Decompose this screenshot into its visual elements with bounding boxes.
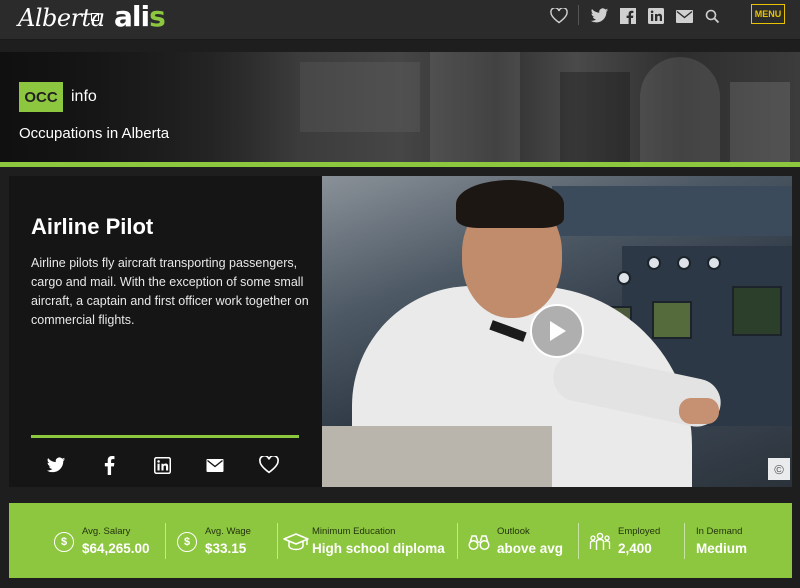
banner-photo-detail [730, 82, 790, 162]
cockpit-gauge [707, 256, 721, 270]
banner-photo-detail [560, 72, 630, 162]
graduation-cap-icon [283, 531, 309, 553]
stat-divider [277, 523, 278, 559]
salary-dollar-icon: $ [53, 531, 75, 553]
pilot-seat [322, 426, 552, 487]
photo-copyright-button[interactable]: © [768, 458, 790, 480]
stat-value-in-demand: Medium [696, 541, 748, 556]
banner-photo-detail [300, 62, 420, 132]
stat-label-avg-wage: Avg. Wage [205, 526, 251, 537]
stat-divider [684, 523, 685, 559]
twitter-icon[interactable] [588, 5, 610, 27]
header-divider [578, 5, 579, 25]
banner-photo-detail [430, 52, 520, 162]
stat-value-avg-salary: $64,265.00 [82, 541, 150, 556]
stat-label-employed: Employed [618, 526, 661, 537]
cockpit-gauge [647, 256, 661, 270]
stat-value-avg-wage: $33.15 [205, 541, 247, 556]
stat-value-employed: 2,400 [618, 541, 652, 556]
stat-divider [578, 523, 579, 559]
stat-label-minimum-education: Minimum Education [312, 526, 396, 537]
share-mail-icon[interactable] [204, 455, 226, 475]
stat-label-avg-salary: Avg. Salary [82, 526, 131, 537]
facebook-icon[interactable] [617, 5, 639, 27]
occupation-description: Airline pilots fly aircraft transporting… [31, 256, 309, 327]
occ-info-label: info [71, 88, 97, 105]
linkedin-icon[interactable] [645, 5, 667, 27]
top-navigation-bar: Alberta alis MENU [0, 0, 800, 40]
stat-value-outlook: above avg [497, 541, 564, 556]
binoculars-icon [468, 531, 490, 553]
search-icon[interactable] [701, 5, 723, 27]
card-accent-rule [31, 435, 299, 438]
wage-dollar-icon: $ [176, 531, 198, 553]
people-icon [589, 531, 611, 553]
stat-label-in-demand: In Demand [696, 526, 743, 537]
occupation-title: Airline Pilot [31, 214, 154, 239]
banner-accent-rule [0, 162, 800, 167]
occupation-summary-card: Airline Pilot Airline pilots fly aircraf… [9, 176, 322, 487]
alberta-flag-icon [91, 13, 99, 21]
menu-button[interactable]: MENU [751, 4, 785, 24]
occinfo-banner [0, 52, 800, 162]
share-linkedin-icon[interactable] [151, 455, 173, 475]
mail-icon[interactable] [673, 5, 695, 27]
stat-divider [457, 523, 458, 559]
save-heart-icon[interactable] [258, 455, 280, 475]
banner-subtitle: Occupations in Alberta [19, 125, 170, 142]
stat-divider [165, 523, 166, 559]
play-icon [550, 321, 566, 341]
video-play-button[interactable] [530, 304, 584, 358]
occ-badge: OCC [19, 82, 63, 112]
occupation-stats-bar: $ Avg. Salary $64,265.00 $ Avg. Wage $33… [9, 503, 792, 578]
share-facebook-icon[interactable] [98, 455, 120, 475]
pilot-hair [456, 180, 564, 228]
cockpit-gauge [677, 256, 691, 270]
cockpit-gauge [617, 271, 631, 285]
favourites-heart-icon[interactable] [548, 5, 570, 27]
cockpit-display [732, 286, 782, 336]
pilot-hand [679, 398, 719, 424]
stat-label-outlook: Outlook [497, 526, 530, 537]
share-twitter-icon[interactable] [45, 455, 67, 475]
cockpit-overhead-panel [552, 186, 792, 236]
alis-logo[interactable]: alis [114, 0, 166, 33]
banner-photo-detail [640, 57, 720, 162]
cockpit-display [652, 301, 692, 339]
stat-value-minimum-education: High school diploma [312, 541, 445, 556]
occupation-video[interactable]: © [322, 176, 792, 487]
